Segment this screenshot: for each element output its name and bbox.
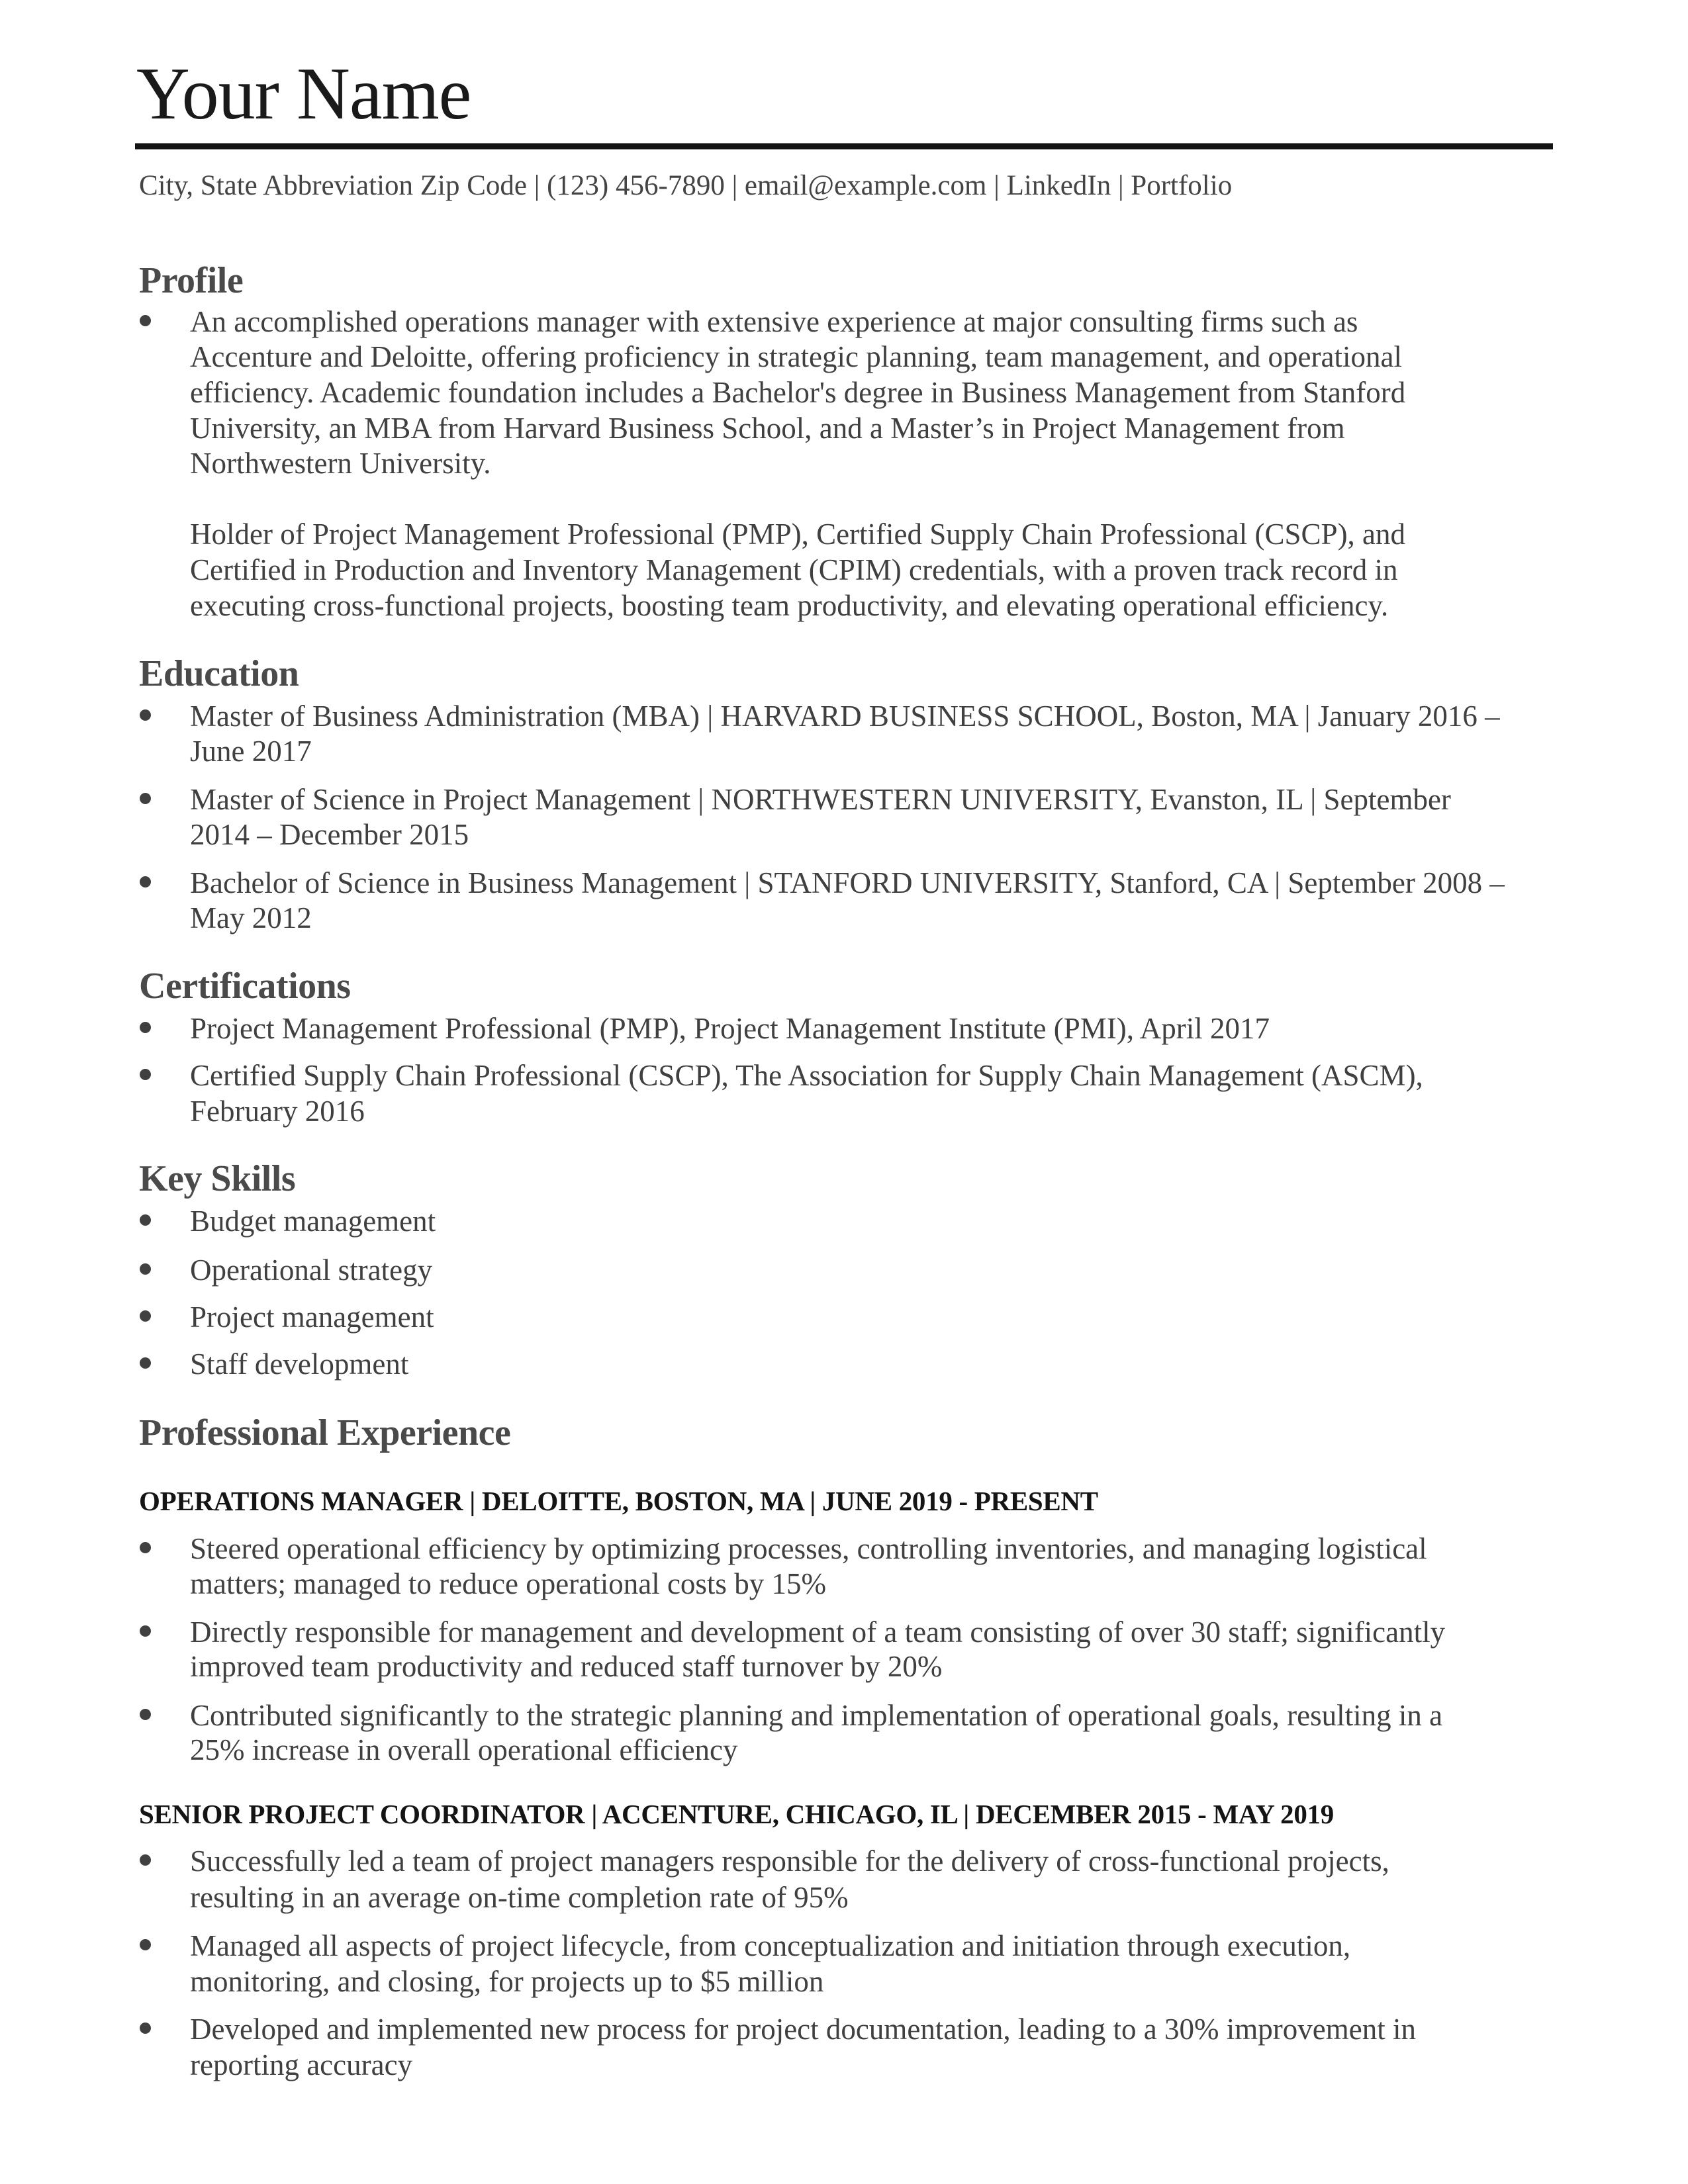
job-bullet-line: reporting accuracy: [190, 2048, 413, 2081]
bullet-icon: [140, 1854, 151, 1866]
skill-item: Staff development: [190, 1347, 409, 1381]
bullet-icon: [140, 876, 151, 887]
profile-text-line: executing cross-functional projects, boo…: [190, 589, 1389, 622]
bullet-icon: [140, 2023, 151, 2034]
section-heading-key-skills: Key Skills: [139, 1158, 296, 1199]
bullet-icon: [140, 1310, 151, 1322]
profile-text-line: Certified in Production and Inventory Ma…: [190, 553, 1398, 586]
certification-item-line: February 2016: [190, 1095, 365, 1128]
section-heading-profile: Profile: [139, 260, 244, 301]
skill-item: Project management: [190, 1300, 434, 1334]
certification-item-line: Project Management Professional (PMP), P…: [190, 1012, 1270, 1045]
job-bullet-line: 25% increase in overall operational effi…: [190, 1733, 738, 1766]
bullet-icon: [140, 793, 151, 804]
bullet-icon: [140, 1069, 151, 1080]
bullet-icon: [140, 1542, 151, 1553]
profile-text-line: University, an MBA from Harvard Business…: [190, 412, 1345, 445]
bullet-icon: [140, 315, 151, 326]
section-heading-education: Education: [139, 653, 299, 694]
bullet-icon: [140, 1939, 151, 1950]
job-bullet-line: Managed all aspects of project lifecycle…: [190, 1929, 1351, 1962]
education-item-line: Master of Business Administration (MBA) …: [190, 700, 1500, 733]
job-bullet-line: Steered operational efficiency by optimi…: [190, 1532, 1427, 1565]
job-bullet-line: Directly responsible for management and …: [190, 1615, 1446, 1649]
section-heading-experience: Professional Experience: [139, 1412, 511, 1453]
job-bullet-line: monitoring, and closing, for projects up…: [190, 1965, 824, 1998]
education-item-line: June 2017: [190, 735, 312, 768]
candidate-name: Your Name: [136, 53, 471, 135]
bullet-icon: [140, 1357, 151, 1369]
bullet-icon: [140, 1709, 151, 1720]
certification-item-line: Certified Supply Chain Professional (CSC…: [190, 1059, 1423, 1092]
job-bullet-line: Developed and implemented new process fo…: [190, 2013, 1416, 2046]
skill-item: Budget management: [190, 1205, 436, 1238]
job-bullet-line: resulting in an average on-time completi…: [190, 1881, 849, 1914]
education-item-line: Bachelor of Science in Business Manageme…: [190, 866, 1505, 899]
job-bullet-line: improved team productivity and reduced s…: [190, 1650, 943, 1683]
bullet-icon: [140, 709, 151, 721]
bullet-icon: [140, 1022, 151, 1033]
job-bullet-line: Contributed significantly to the strateg…: [190, 1699, 1443, 1732]
contact-line: City, State Abbreviation Zip Code | (123…: [139, 170, 1233, 201]
section-heading-certifications: Certifications: [139, 966, 351, 1007]
skill-item: Operational strategy: [190, 1253, 433, 1287]
profile-text-line: An accomplished operations manager with …: [190, 305, 1358, 338]
header-divider: [135, 144, 1553, 149]
job-bullet-line: matters; managed to reduce operational c…: [190, 1567, 826, 1600]
job-bullet-line: Successfully led a team of project manag…: [190, 1844, 1389, 1878]
education-item-line: 2014 – December 2015: [190, 818, 469, 851]
profile-text-line: Northwestern University.: [190, 447, 491, 480]
profile-text-line: Holder of Project Management Professiona…: [190, 518, 1406, 551]
job-title-accenture: SENIOR PROJECT COORDINATOR | ACCENTURE, …: [139, 1799, 1334, 1829]
education-item-line: May 2012: [190, 901, 312, 934]
bullet-icon: [140, 1263, 151, 1275]
education-item-line: Master of Science in Project Management …: [190, 783, 1451, 816]
job-title-deloitte: OPERATIONS MANAGER | DELOITTE, BOSTON, M…: [139, 1486, 1098, 1516]
profile-text-line: Accenture and Deloitte, offering profici…: [190, 340, 1402, 373]
profile-text-line: efficiency. Academic foundation includes…: [190, 376, 1406, 409]
bullet-icon: [140, 1625, 151, 1637]
bullet-icon: [140, 1214, 151, 1226]
